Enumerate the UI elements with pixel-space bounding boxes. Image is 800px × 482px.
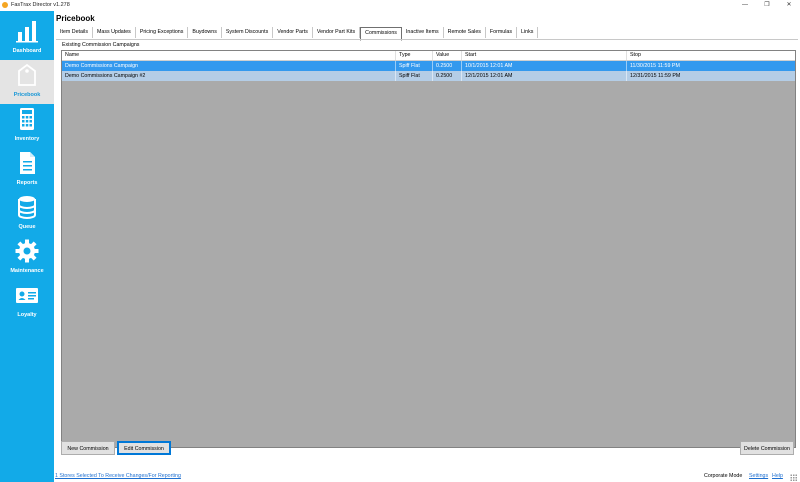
- table-row[interactable]: Demo Commissions Campaign Spiff Flat 0.2…: [62, 61, 795, 71]
- cell-type: Spiff Flat: [396, 71, 433, 81]
- sidebar-item-queue[interactable]: Queue: [0, 192, 54, 236]
- resize-grip[interactable]: [790, 474, 797, 481]
- calculator-icon: [20, 108, 34, 130]
- close-button[interactable]: ✕: [778, 0, 800, 11]
- tab-divider: [56, 39, 798, 40]
- cell-value: 0.2500: [433, 61, 462, 71]
- edit-commission-button[interactable]: Edit Commission: [117, 441, 171, 455]
- tab-formulas[interactable]: Formulas: [486, 27, 517, 38]
- minimize-button[interactable]: —: [734, 0, 756, 11]
- column-header-start[interactable]: Start: [462, 51, 627, 60]
- cell-stop: 11/30/2015 11:59 PM: [630, 63, 680, 69]
- main-panel: Pricebook Item Details Mass Updates Pric…: [54, 11, 800, 482]
- tab-remote-sales[interactable]: Remote Sales: [444, 27, 486, 38]
- sidebar-item-label: Dashboard: [12, 48, 42, 54]
- stores-selected-link[interactable]: 1 Stores Selected To Receive Changes/For…: [55, 473, 181, 479]
- tab-buydowns[interactable]: Buydowns: [188, 27, 222, 38]
- tag-icon: [18, 63, 36, 86]
- tab-strip: Item Details Mass Updates Pricing Except…: [56, 27, 539, 41]
- sidebar-item-label: Queue: [18, 224, 36, 230]
- sidebar-item-label: Maintenance: [10, 268, 44, 274]
- gear-icon: [15, 239, 39, 263]
- app-icon: [2, 2, 8, 8]
- sidebar-item-label: Loyalty: [17, 312, 37, 318]
- document-icon: [20, 152, 35, 174]
- cell-stop: 12/31/2015 11:59 PM: [630, 73, 681, 79]
- grid-header: Name Type Value Start Stop: [62, 51, 795, 61]
- sidebar-item-maintenance[interactable]: Maintenance: [0, 236, 54, 280]
- mode-label: Corporate Mode: [704, 473, 743, 479]
- sidebar-item-inventory[interactable]: Inventory: [0, 104, 54, 148]
- cell-start: 12/1/2015 12:01 AM: [462, 71, 627, 81]
- help-link[interactable]: Help: [772, 473, 783, 479]
- tab-vendor-part-kits[interactable]: Vendor Part Kits: [313, 27, 361, 38]
- bar-chart-icon: [16, 21, 38, 43]
- column-header-name[interactable]: Name: [62, 51, 396, 60]
- sidebar-item-loyalty[interactable]: Loyalty: [0, 280, 54, 324]
- sidebar-item-dashboard[interactable]: Dashboard: [0, 16, 54, 60]
- sidebar-item-reports[interactable]: Reports: [0, 148, 54, 192]
- database-icon: [18, 196, 36, 219]
- cell-name: Demo Commissions Campaign: [62, 61, 396, 71]
- restore-button[interactable]: ❐: [756, 0, 778, 11]
- new-commission-button[interactable]: New Commission: [61, 441, 115, 455]
- cell-start: 10/1/2015 12:01 AM: [462, 61, 627, 71]
- sidebar: Dashboard Pricebook Inventory Reports Qu…: [0, 11, 54, 482]
- sidebar-item-label: Pricebook: [13, 92, 41, 98]
- id-card-icon: [16, 288, 38, 303]
- title-bar: FasTrax Director v1.278 — ❐ ✕: [0, 0, 800, 11]
- settings-link[interactable]: Settings: [749, 473, 768, 479]
- tab-item-details[interactable]: Item Details: [56, 27, 93, 38]
- cell-name: Demo Commissions Campaign #2: [62, 71, 396, 81]
- sidebar-item-pricebook[interactable]: Pricebook: [0, 60, 54, 104]
- cell-value: 0.2500: [433, 71, 462, 81]
- table-row[interactable]: Demo Commissions Campaign #2 Spiff Flat …: [62, 71, 795, 81]
- cell-type: Spiff Flat: [396, 61, 433, 71]
- sidebar-item-label: Reports: [16, 180, 38, 186]
- column-header-stop[interactable]: Stop: [627, 51, 795, 60]
- tab-mass-updates[interactable]: Mass Updates: [93, 27, 136, 38]
- window-title: FasTrax Director v1.278: [11, 2, 70, 8]
- commissions-grid[interactable]: Name Type Value Start Stop Demo Commissi…: [61, 50, 796, 448]
- tab-pricing-exceptions[interactable]: Pricing Exceptions: [136, 27, 189, 38]
- tab-vendor-parts[interactable]: Vendor Parts: [273, 27, 313, 38]
- column-header-type[interactable]: Type: [396, 51, 433, 60]
- tab-inactive-items[interactable]: Inactive Items: [402, 27, 444, 38]
- sidebar-item-label: Inventory: [14, 136, 40, 142]
- tab-system-discounts[interactable]: System Discounts: [222, 27, 274, 38]
- tab-links[interactable]: Links: [517, 27, 539, 38]
- column-header-value[interactable]: Value: [433, 51, 462, 60]
- page-title: Pricebook: [56, 14, 95, 23]
- group-label: Existing Commission Campaigns: [62, 42, 140, 48]
- delete-commission-button[interactable]: Delete Commission: [740, 441, 794, 455]
